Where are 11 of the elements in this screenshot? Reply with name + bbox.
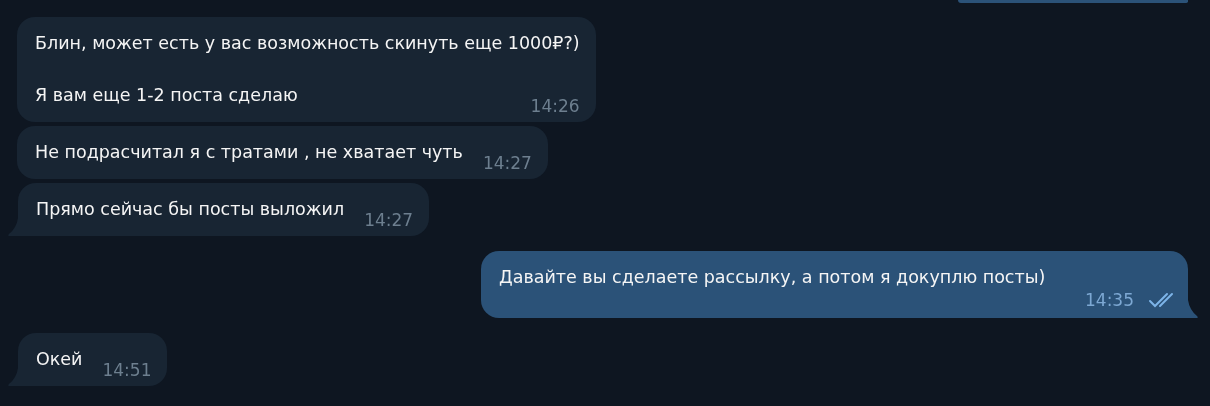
message-text: Не подрасчитал я с тратами , не хватает чуть (35, 141, 463, 164)
message-time: 14:51 (102, 360, 152, 380)
message-text: Я вам еще 1-2 поста сделаю (35, 84, 298, 107)
message-time: 14:27 (482, 153, 532, 173)
message-text: Окей (36, 348, 83, 371)
message-text: Прямо сейчас бы посты выложил (36, 198, 345, 221)
message-time: 14:27 (364, 210, 414, 230)
message-time: 14:26 (530, 96, 580, 116)
message-text: Блин, может есть у вас возможность скинуть еще 1000₽?) (35, 32, 580, 55)
message-text: Давайте вы сделаете рассылку, а потом я докуплю посты) (499, 266, 1047, 289)
message-time: 14:35 (1085, 290, 1134, 310)
